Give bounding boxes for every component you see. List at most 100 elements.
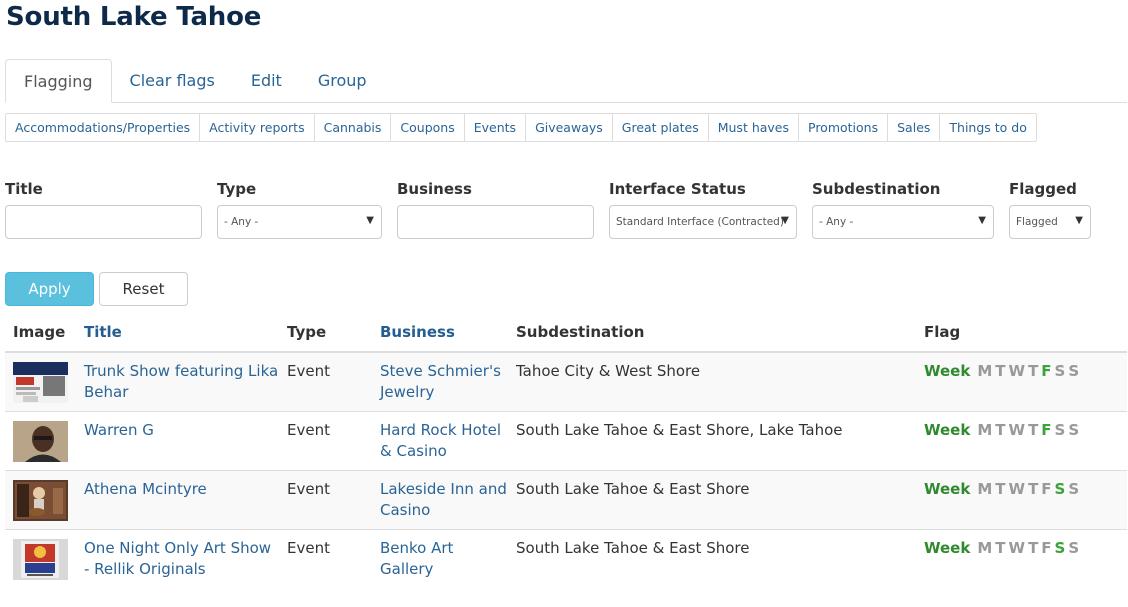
subtab-activity-reports[interactable]: Activity reports (199, 114, 313, 141)
flag-cell: Week M T W T F S S (916, 470, 1127, 530)
image-cell (5, 411, 76, 471)
chevron-down-icon: ▼ (366, 215, 374, 226)
title-input[interactable] (5, 205, 202, 239)
flag-day-toggle[interactable]: S (1068, 539, 1079, 557)
subtab-cannabis[interactable]: Cannabis (313, 114, 391, 141)
flag-day-toggle[interactable]: S (1055, 480, 1066, 498)
flag-day-toggle[interactable]: S (1055, 539, 1066, 557)
filter-title: Title (5, 180, 202, 239)
table-row: Trunk Show featuring Lika Behar Event St… (5, 351, 1127, 412)
subtab-events[interactable]: Events (463, 114, 525, 141)
flag-day-toggle[interactable]: F (1041, 362, 1051, 380)
interface-status-select-value: Standard Interface (Contracted) (616, 216, 784, 228)
row-title-link[interactable]: Warren G (84, 421, 154, 439)
row-business-link[interactable]: Hard Rock Hotel & Casino (380, 421, 501, 460)
flag-day-toggle[interactable]: T (995, 421, 1005, 439)
row-business-link[interactable]: Steve Schmier's Jewelry (380, 362, 501, 401)
flag-day-toggle[interactable]: M (977, 421, 992, 439)
flag-day-toggle[interactable]: S (1068, 421, 1079, 439)
flag-day-toggle[interactable]: T (995, 480, 1005, 498)
subtab-things-to-do[interactable]: Things to do (939, 114, 1035, 141)
subtab-accommodations[interactable]: Accommodations/Properties (6, 114, 199, 141)
type-select[interactable]: - Any - ▼ (217, 205, 382, 239)
business-input[interactable] (397, 205, 594, 239)
trunk-show-poster-thumbnail[interactable] (13, 362, 68, 403)
flag-day-toggle[interactable]: T (1028, 480, 1038, 498)
interface-status-select[interactable]: Standard Interface (Contracted) ▼ (609, 205, 797, 239)
flag-day-toggle[interactable]: T (1028, 539, 1038, 557)
portrait-photo-thumbnail[interactable] (13, 421, 68, 462)
flag-day-toggle[interactable]: F (1041, 421, 1051, 439)
image-cell (5, 529, 76, 588)
flag-day-toggle[interactable]: M (977, 480, 992, 498)
tab-group[interactable]: Group (300, 59, 385, 102)
column-header-type: Type (279, 312, 372, 353)
filter-interface-status-label: Interface Status (609, 180, 746, 198)
business-cell: Hard Rock Hotel & Casino (372, 411, 508, 471)
flag-day-toggle[interactable]: W (1009, 362, 1026, 380)
image-cell (5, 470, 76, 530)
filter-title-label: Title (5, 180, 43, 198)
row-business-link[interactable]: Benko Art Gallery (380, 539, 453, 578)
art-poster-thumbnail[interactable] (13, 539, 68, 580)
flag-day-toggle[interactable]: M (977, 362, 992, 380)
chevron-down-icon: ▼ (978, 215, 986, 226)
column-header-title[interactable]: Title (76, 312, 279, 353)
column-header-image: Image (5, 312, 76, 353)
apply-button[interactable]: Apply (5, 272, 94, 306)
flag-day-toggle[interactable]: S (1055, 421, 1066, 439)
tab-edit[interactable]: Edit (233, 59, 300, 102)
flag-day-toggle[interactable]: S (1055, 362, 1066, 380)
table-row: One Night Only Art Show - Rellik Origina… (5, 529, 1127, 588)
flagged-select-value: Flagged (1016, 216, 1058, 228)
subtab-giveaways[interactable]: Giveaways (525, 114, 612, 141)
title-cell: Athena Mcintyre (76, 470, 279, 530)
tab-flagging[interactable]: Flagging (5, 59, 112, 103)
flag-day-toggle[interactable]: T (995, 539, 1005, 557)
subtab-great-plates[interactable]: Great plates (611, 114, 708, 141)
primary-tabs: Flagging Clear flags Edit Group (5, 59, 1127, 103)
flagged-select[interactable]: Flagged ▼ (1009, 205, 1091, 239)
musician-photo-thumbnail[interactable] (13, 480, 68, 521)
title-cell: Trunk Show featuring Lika Behar (76, 351, 279, 412)
flag-day-toggle[interactable]: F (1041, 539, 1051, 557)
flag-week-toggle[interactable]: Week (924, 480, 970, 498)
filter-interface-status: Interface Status Standard Interface (Con… (609, 180, 797, 239)
flag-week-toggle[interactable]: Week (924, 539, 970, 557)
flag-day-toggle[interactable]: W (1009, 480, 1026, 498)
reset-button[interactable]: Reset (99, 272, 188, 306)
flag-day-toggle[interactable]: S (1068, 362, 1079, 380)
filter-flagged-label: Flagged (1009, 180, 1077, 198)
subdestination-select-value: - Any - (819, 216, 854, 228)
type-cell: Event (279, 351, 372, 412)
flag-day-toggle[interactable]: T (1028, 421, 1038, 439)
flag-week-toggle[interactable]: Week (924, 421, 970, 439)
row-title-link[interactable]: Athena Mcintyre (84, 480, 207, 498)
flag-day-toggle[interactable]: W (1009, 539, 1026, 557)
subtab-sales[interactable]: Sales (887, 114, 939, 141)
flag-day-toggle[interactable]: T (995, 362, 1005, 380)
business-cell: Lakeside Inn and Casino (372, 470, 508, 530)
subtab-promotions[interactable]: Promotions (798, 114, 887, 141)
flag-day-toggle[interactable]: S (1068, 480, 1079, 498)
subtab-coupons[interactable]: Coupons (390, 114, 463, 141)
tab-clear-flags[interactable]: Clear flags (112, 59, 233, 102)
title-cell: Warren G (76, 411, 279, 471)
column-header-business[interactable]: Business (372, 312, 508, 353)
page-title: South Lake Tahoe (6, 2, 262, 32)
filter-type-label: Type (217, 180, 257, 198)
flag-week-toggle[interactable]: Week (924, 362, 970, 380)
filter-business: Business (397, 180, 594, 239)
row-title-link[interactable]: Trunk Show featuring Lika Behar (84, 362, 278, 401)
column-header-flag: Flag (916, 312, 1127, 353)
subdestination-select[interactable]: - Any - ▼ (812, 205, 994, 239)
subtab-must-haves[interactable]: Must haves (707, 114, 798, 141)
flag-day-toggle[interactable]: F (1041, 480, 1051, 498)
flag-cell: Week M T W T F S S (916, 529, 1127, 588)
flag-day-toggle[interactable]: T (1028, 362, 1038, 380)
filter-subdestination: Subdestination - Any - ▼ (812, 180, 994, 239)
flag-day-toggle[interactable]: W (1009, 421, 1026, 439)
row-title-link[interactable]: One Night Only Art Show - Rellik Origina… (84, 539, 271, 578)
row-business-link[interactable]: Lakeside Inn and Casino (380, 480, 507, 519)
flag-day-toggle[interactable]: M (977, 539, 992, 557)
